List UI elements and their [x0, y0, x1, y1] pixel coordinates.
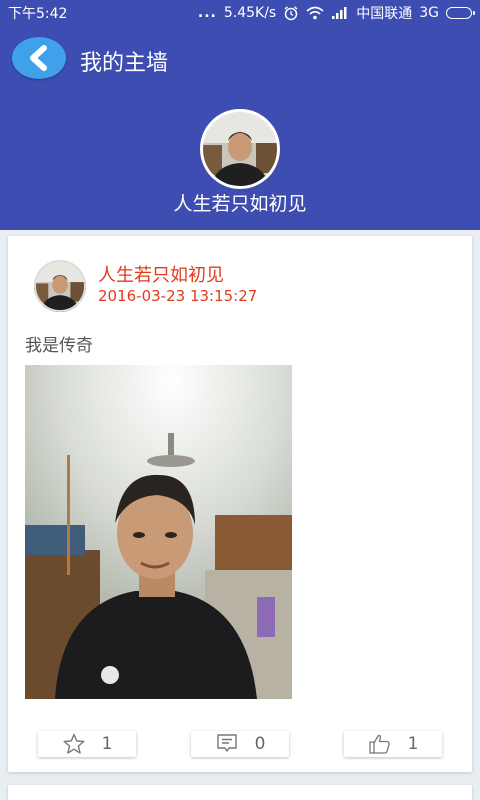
- wifi-icon: [306, 6, 324, 19]
- like-button[interactable]: 1: [344, 731, 442, 757]
- battery-icon: [446, 6, 475, 19]
- back-arrow-icon: [30, 45, 47, 71]
- profile-avatar[interactable]: [200, 109, 280, 189]
- back-button[interactable]: [12, 37, 66, 79]
- post-photo-image: [25, 365, 292, 699]
- page-title: 我的主墙: [80, 51, 169, 76]
- status-time: 下午5:42: [8, 5, 68, 22]
- post-card: 人生若只如初见 2016-03-23 13:15:27 我是传奇 1 0 1: [8, 236, 472, 772]
- status-bar: 下午5:42 ... 5.45K/s 中国联通 3G: [0, 0, 480, 25]
- favorite-count: 1: [101, 734, 113, 754]
- profile-name: 人生若只如初见: [173, 193, 307, 215]
- signal-icon: [332, 6, 347, 19]
- post-text: 我是传奇: [25, 336, 93, 356]
- comment-button[interactable]: 0: [191, 731, 289, 757]
- comment-count: 0: [254, 734, 266, 754]
- alarm-icon: [284, 5, 298, 20]
- like-count: 1: [407, 734, 419, 754]
- star-icon: [63, 733, 85, 754]
- status-dots: ...: [197, 4, 217, 21]
- comment-icon: [216, 734, 237, 752]
- profile-header: 我的主墙 人生若只如初见: [0, 25, 480, 230]
- post-avatar[interactable]: [34, 260, 86, 312]
- network-type: 3G: [419, 4, 439, 21]
- next-post-card: [8, 785, 472, 800]
- post-actions: 1 0 1: [8, 731, 472, 757]
- status-indicators: ... 5.45K/s 中国联通 3G: [197, 3, 475, 23]
- post-photo[interactable]: [25, 365, 292, 699]
- favorite-button[interactable]: 1: [38, 731, 136, 757]
- post-timestamp: 2016-03-23 13:15:27: [98, 287, 258, 305]
- carrier-name: 中国联通: [356, 5, 413, 22]
- network-speed: 5.45K/s: [223, 4, 277, 21]
- thumbs-up-icon: [368, 734, 390, 754]
- post-username[interactable]: 人生若只如初见: [98, 261, 224, 287]
